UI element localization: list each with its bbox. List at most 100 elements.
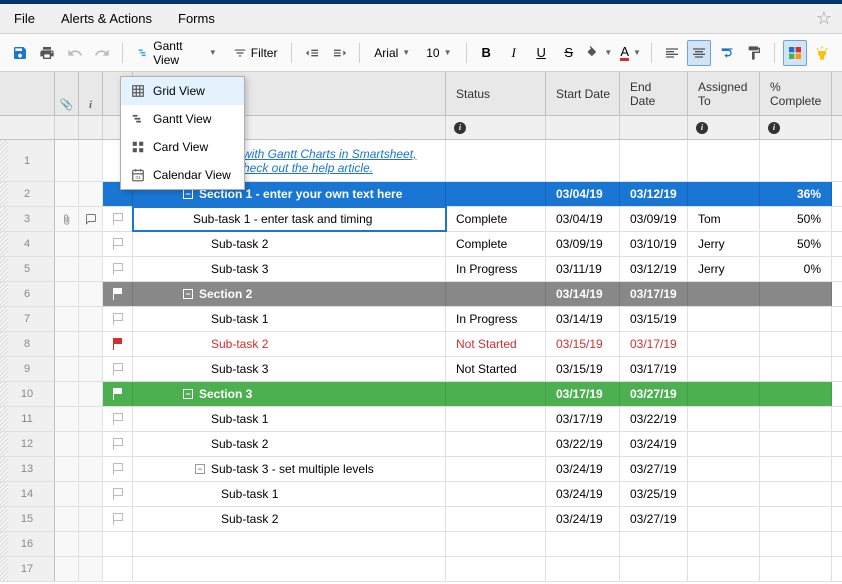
cell-start[interactable]: 03/04/19 [546,182,620,206]
filter-button[interactable]: Filter [227,42,284,64]
cell-comment[interactable] [79,182,103,206]
cell-assigned[interactable] [688,357,760,381]
header-assigned[interactable]: Assigned To [688,72,760,115]
cell-end[interactable]: 03/25/19 [620,482,688,506]
italic-button[interactable]: I [502,40,526,66]
cell-status[interactable]: In Progress [446,307,546,331]
grid-row[interactable]: 8 Sub-task 2 Not Started 03/15/19 03/17/… [0,332,842,357]
cell-flag[interactable] [103,432,133,456]
favorite-star-icon[interactable]: ☆ [816,8,832,29]
cell-comment[interactable] [79,432,103,456]
cell-status[interactable]: Complete [446,232,546,256]
cell-name[interactable]: Sub-task 1 - enter task and timing [133,207,446,231]
cell-name[interactable]: Sub-task 2 [133,232,446,256]
cell-pct[interactable]: 36% [760,182,832,206]
cell-pct[interactable]: 0% [760,257,832,281]
cell-flag[interactable] [103,257,133,281]
row-number[interactable]: 1 [0,140,55,181]
cell-start[interactable] [546,532,620,556]
cell-start[interactable]: 03/14/19 [546,282,620,306]
cell-comment[interactable] [79,457,103,481]
menu-file[interactable]: File [10,7,39,30]
row-number[interactable]: 13 [0,457,55,481]
cell-comment[interactable] [79,482,103,506]
cell-name[interactable]: Sub-task 3 [133,257,446,281]
row-number[interactable]: 14 [0,482,55,506]
font-size-selector[interactable]: 10 ▼ [420,42,457,64]
row-number[interactable]: 16 [0,532,55,556]
cell-assigned[interactable] [688,140,760,181]
cell-flag[interactable] [103,307,133,331]
view-option-card[interactable]: Card View [121,133,244,161]
row-number[interactable]: 4 [0,232,55,256]
cell-comment[interactable] [79,140,103,181]
cell-attach[interactable] [55,257,79,281]
cell-flag[interactable] [103,532,133,556]
cell-pct[interactable] [760,332,832,356]
cell-end[interactable]: 03/27/19 [620,457,688,481]
undo-button[interactable] [63,40,87,66]
cell-name[interactable]: Sub-task 1 [133,482,446,506]
cell-name[interactable]: Sub-task 1 [133,307,446,331]
cell-name[interactable]: Sub-task 2 [133,507,446,531]
view-option-gantt[interactable]: Gantt View [121,105,244,133]
cell-attach[interactable] [55,432,79,456]
cell-flag[interactable] [103,557,133,581]
cell-attach[interactable] [55,332,79,356]
cell-comment[interactable] [79,382,103,406]
cell-assigned[interactable] [688,307,760,331]
grid-row[interactable]: 14 Sub-task 1 03/24/19 03/25/19 [0,482,842,507]
row-number[interactable]: 11 [0,407,55,431]
cell-end[interactable]: 03/27/19 [620,382,688,406]
grid-row[interactable]: 6 −Section 2 03/14/19 03/17/19 [0,282,842,307]
grid-row[interactable]: 13 −Sub-task 3 - set multiple levels 03/… [0,457,842,482]
cell-attach[interactable] [55,482,79,506]
cell-comment[interactable] [79,232,103,256]
row-number[interactable]: 17 [0,557,55,581]
cell-comment[interactable] [79,532,103,556]
cell-assigned[interactable]: Tom [688,207,760,231]
cell-assigned[interactable] [688,507,760,531]
cell-flag[interactable] [103,482,133,506]
cell-comment[interactable] [79,507,103,531]
grid-row[interactable]: 3 Sub-task 1 - enter task and timing Com… [0,207,842,232]
help-link[interactable]: with Gantt Charts in Smartsheet, [243,147,416,161]
cell-end[interactable]: 03/09/19 [620,207,688,231]
header-end-date[interactable]: End Date [620,72,688,115]
cell-pct[interactable]: 50% [760,207,832,231]
cell-attach[interactable] [55,382,79,406]
view-option-grid[interactable]: Grid View [121,77,244,105]
cell-flag[interactable] [103,282,133,306]
grid-row[interactable]: 12 Sub-task 2 03/22/19 03/24/19 [0,432,842,457]
cell-status[interactable] [446,482,546,506]
cell-assigned[interactable] [688,182,760,206]
cell-status[interactable] [446,282,546,306]
cell-attach[interactable] [55,507,79,531]
cell-pct[interactable]: 50% [760,232,832,256]
cell-comment[interactable] [79,557,103,581]
grid-row[interactable]: 4 Sub-task 2 Complete 03/09/19 03/10/19 … [0,232,842,257]
row-number[interactable]: 6 [0,282,55,306]
row-number[interactable]: 10 [0,382,55,406]
cell-status[interactable] [446,140,546,181]
view-option-calendar[interactable]: 31 Calendar View [121,161,244,189]
cell-start[interactable] [546,557,620,581]
cell-attach[interactable] [55,457,79,481]
cell-pct[interactable] [760,407,832,431]
cell-pct[interactable] [760,140,832,181]
font-selector[interactable]: Arial ▼ [368,42,416,64]
row-number[interactable]: 15 [0,507,55,531]
grid-row[interactable]: 16 [0,532,842,557]
highlight-button[interactable] [811,40,835,66]
cell-pct[interactable] [760,282,832,306]
cell-comment[interactable] [79,282,103,306]
row-number[interactable]: 9 [0,357,55,381]
grid-row[interactable]: 17 [0,557,842,582]
cell-start[interactable]: 03/17/19 [546,382,620,406]
cell-start[interactable]: 03/24/19 [546,482,620,506]
row-number[interactable]: 7 [0,307,55,331]
cell-flag[interactable] [103,207,133,231]
header-comment[interactable]: i [79,72,103,115]
cell-comment[interactable] [79,332,103,356]
cell-pct[interactable] [760,457,832,481]
